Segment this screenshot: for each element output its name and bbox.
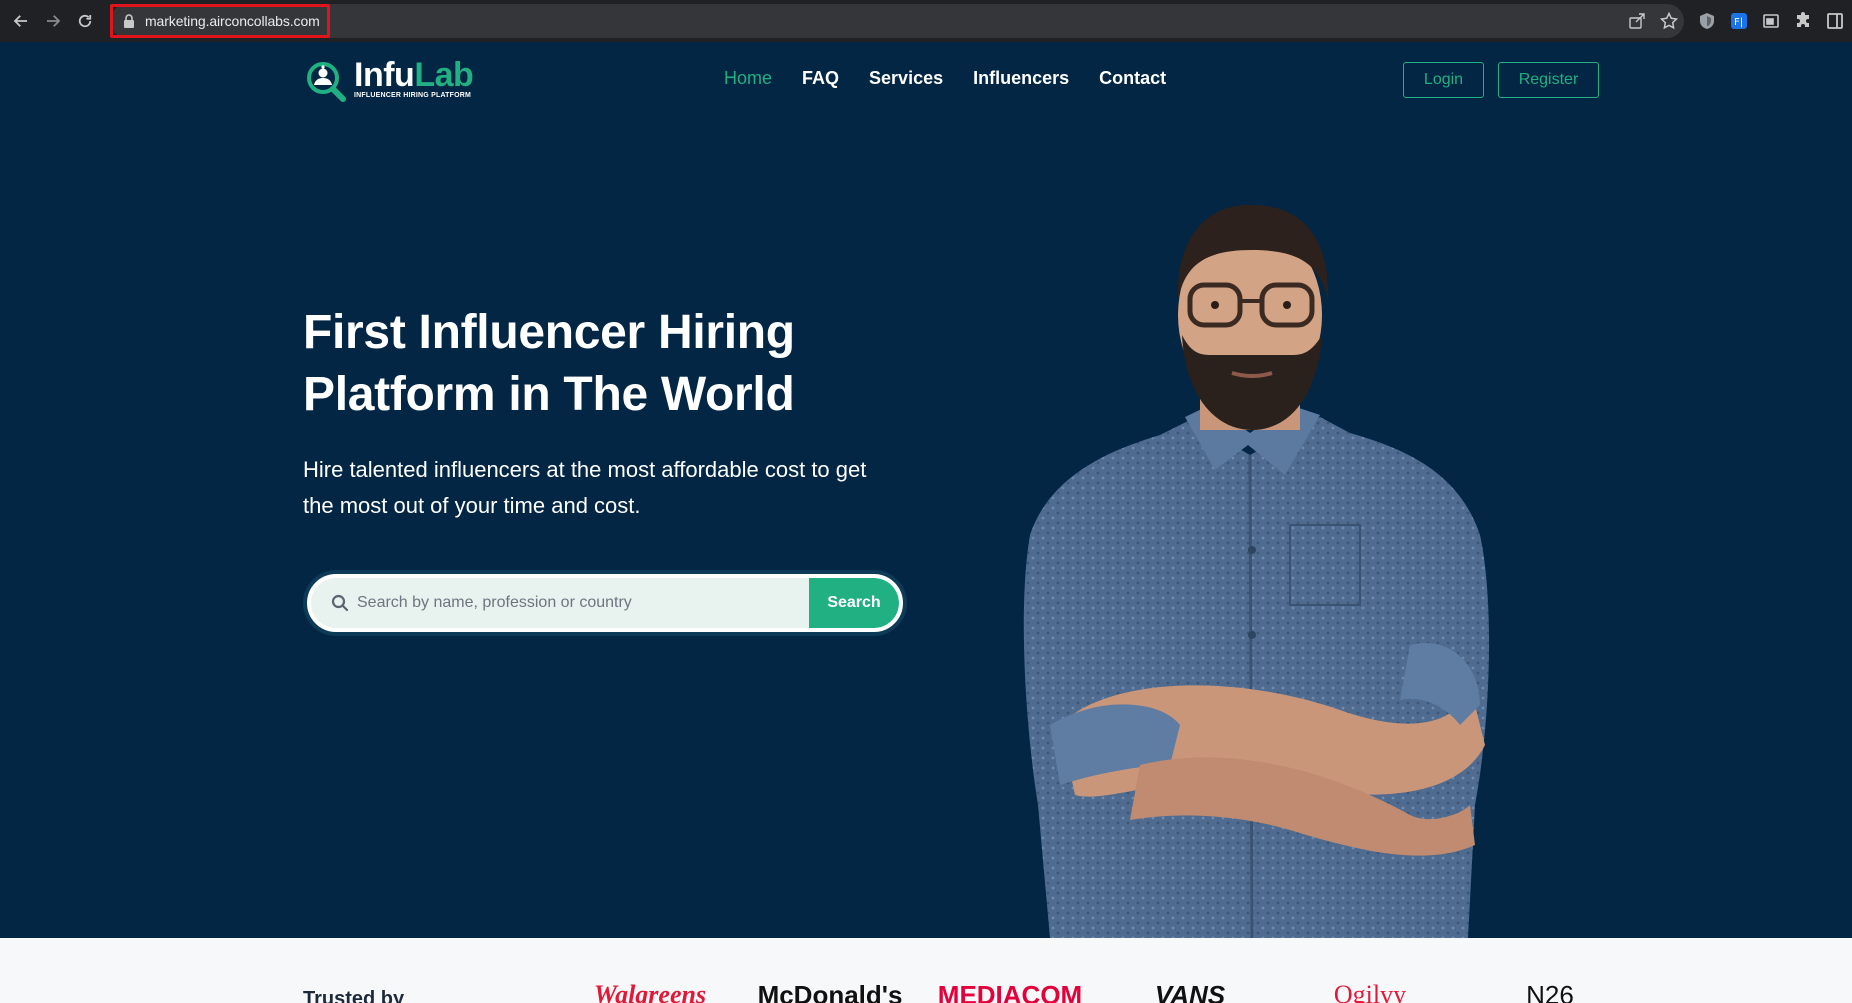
register-button[interactable]: Register	[1498, 62, 1599, 98]
hero-subtitle: Hire talented influencers at the most af…	[303, 452, 923, 524]
magnifier-logo-icon	[307, 62, 346, 102]
trusted-by-label: Trusted by	[303, 988, 405, 1003]
brand-walgreens-logo: Walgreens	[593, 980, 707, 1003]
brand-n26-logo: N26	[1526, 980, 1574, 1003]
reload-icon[interactable]	[70, 6, 100, 36]
hero-title: First Influencer Hiring Platform in The …	[303, 302, 923, 426]
shield-extension-icon[interactable]	[1698, 12, 1716, 30]
hero-title-line1: First Influencer Hiring	[303, 306, 795, 359]
svg-text:F|: F|	[1734, 17, 1743, 28]
logo-tagline: INFLUENCER HIRING PLATFORM	[354, 92, 472, 99]
star-icon[interactable]	[1660, 12, 1678, 30]
tab-extension-icon[interactable]	[1762, 12, 1780, 30]
browser-toolbar: marketing.airconcollabs.com F|	[0, 0, 1852, 42]
url-text: marketing.airconcollabs.com	[145, 13, 320, 29]
search-button[interactable]: Search	[809, 578, 899, 628]
nav-faq[interactable]: FAQ	[802, 68, 839, 89]
share-icon[interactable]	[1628, 12, 1646, 30]
hero-subtitle-line2: the most out of your time and cost.	[303, 493, 641, 518]
address-bar[interactable]: marketing.airconcollabs.com	[110, 4, 1684, 38]
hero-title-line2: Platform in The World	[303, 368, 795, 421]
brand-mcdonalds-logo: McDonald's	[757, 980, 903, 1003]
nav-services[interactable]: Services	[869, 68, 943, 89]
brand-vans-logo: VANS	[1154, 980, 1226, 1003]
login-button[interactable]: Login	[1403, 62, 1484, 98]
nav-contact[interactable]: Contact	[1099, 68, 1166, 89]
brand-ogilvy-logo: Ogilvy	[1333, 980, 1407, 1003]
url-highlight[interactable]: marketing.airconcollabs.com	[110, 4, 330, 38]
forward-arrow-icon[interactable]	[38, 6, 68, 36]
trusted-by-section: Trusted by Walgreens McDonald's MEDIACOM…	[0, 938, 1852, 1003]
back-arrow-icon[interactable]	[6, 6, 36, 36]
auth-buttons: Login Register	[1403, 62, 1599, 98]
hero-search: Search	[303, 570, 907, 636]
main-navigation: Home FAQ Services Influencers Contact	[724, 68, 1166, 89]
brand-logos: Walgreens McDonald's MEDIACOM VANS Ogilv…	[560, 980, 1640, 1003]
hero-person-image	[1023, 205, 1490, 938]
logo-name-part1: Infu	[354, 56, 415, 94]
nav-home[interactable]: Home	[724, 68, 772, 89]
infulab-logo[interactable]: InfuLab INFLUENCER HIRING PLATFORM	[304, 56, 474, 104]
translate-extension-icon[interactable]: F|	[1730, 12, 1748, 30]
brand-mediacom-logo: MEDIACOM	[937, 980, 1083, 1003]
search-input[interactable]	[357, 594, 797, 612]
logo-name-part2: Lab	[414, 56, 474, 94]
site-header: InfuLab INFLUENCER HIRING PLATFORM Home …	[0, 42, 1852, 118]
puzzle-icon[interactable]	[1794, 12, 1812, 30]
search-icon	[331, 594, 349, 612]
nav-influencers[interactable]: Influencers	[973, 68, 1069, 89]
hero-subtitle-line1: Hire talented influencers at the most af…	[303, 457, 867, 482]
side-panel-icon[interactable]	[1826, 12, 1844, 30]
lock-icon	[123, 14, 135, 28]
